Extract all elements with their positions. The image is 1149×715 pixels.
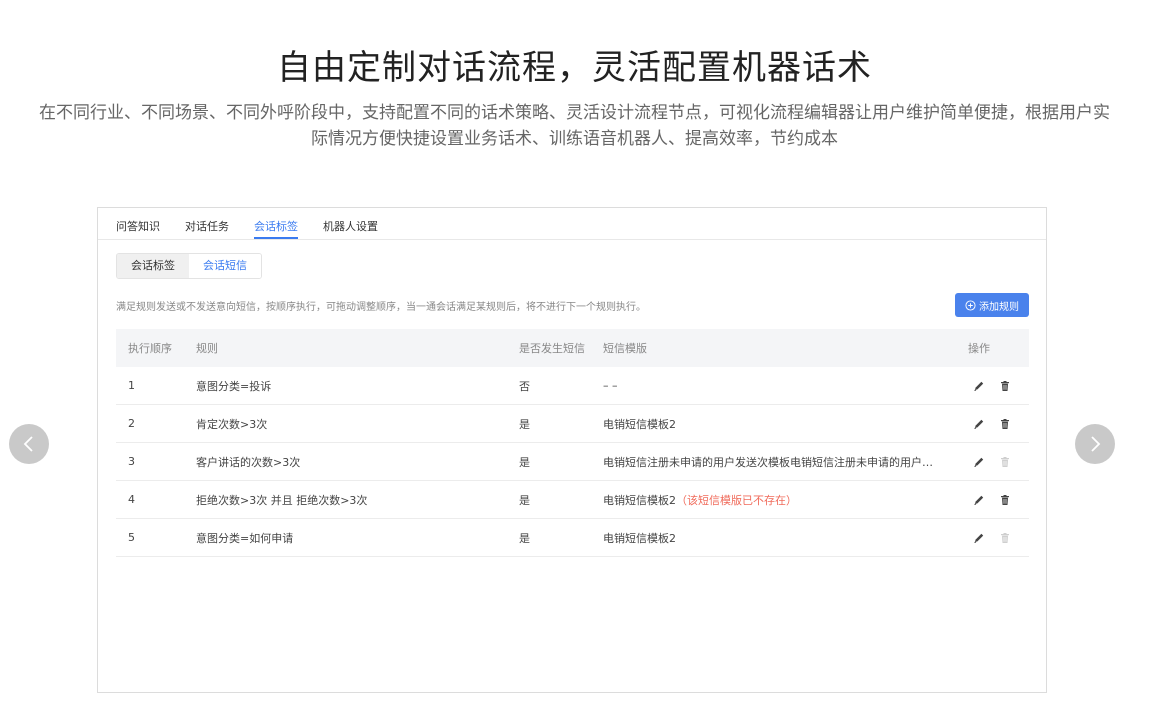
tab-dialog-tasks[interactable]: 对话任务	[185, 208, 229, 239]
cell-send-sms: 否	[519, 379, 530, 393]
template-name: 电销短信模板2	[603, 531, 676, 545]
trash-icon[interactable]	[999, 532, 1011, 544]
segment-session-sms[interactable]: 会话短信	[189, 254, 261, 278]
template-name: 电销短信模板2	[603, 493, 676, 507]
cell-actions	[946, 494, 1029, 506]
cell-send-sms: 是	[519, 531, 530, 545]
pencil-icon[interactable]	[973, 380, 985, 392]
cell-sms-template: 电销短信模板2	[603, 530, 946, 546]
cell-order: 1	[128, 379, 135, 392]
carousel-next-button[interactable]	[1075, 424, 1115, 464]
hero-subtitle-line-2: 际情况方便快捷设置业务话术、训练语音机器人、提高效率，节约成本	[311, 129, 838, 149]
rules-table: 执行顺序 规则 是否发生短信 短信模版 操作 1 意图分类=投诉 否 – – 2 肯定次数…	[116, 329, 1029, 557]
table-row: 3 客户讲话的次数>3次 是 电销短信注册未申请的用户发送次模板电销短信注册未申请的用…	[116, 443, 1029, 481]
cell-send-sms: 是	[519, 417, 530, 431]
cell-actions	[946, 532, 1029, 544]
add-rule-label: 添加规则	[979, 301, 1019, 313]
template-warning: （该短信模版已不存在）	[676, 493, 797, 507]
segment-session-tags[interactable]: 会话标签	[117, 254, 189, 278]
tab-robot-settings[interactable]: 机器人设置	[323, 208, 378, 239]
cell-rule: 肯定次数>3次	[196, 417, 268, 431]
cell-order: 4	[128, 493, 135, 506]
cell-rule: 意图分类=投诉	[196, 379, 272, 393]
plus-circle-icon	[965, 299, 979, 311]
cell-actions	[946, 456, 1029, 468]
table-row: 4 拒绝次数>3次 并且 拒绝次数>3次 是 电销短信模板2（该短信模版已不存在）	[116, 481, 1029, 519]
cell-rule: 客户讲话的次数>3次	[196, 455, 301, 469]
cell-rule: 拒绝次数>3次 并且 拒绝次数>3次	[196, 493, 368, 507]
cell-sms-template: 电销短信注册未申请的用户发送次模板电销短信注册未申请的用户发...	[603, 454, 946, 470]
trash-icon[interactable]	[999, 418, 1011, 430]
template-name: 电销短信注册未申请的用户发送次模板电销短信注册未申请的用户发...	[603, 455, 944, 469]
cell-send-sms: 是	[519, 493, 530, 507]
rule-description: 满足规则发送或不发送意向短信，按顺序执行，可拖动调整顺序，当一通会话满足某规则后…	[116, 302, 646, 313]
trash-icon[interactable]	[999, 380, 1011, 392]
header-sms-template: 短信模版	[603, 342, 647, 355]
main-tabs: 问答知识 对话任务 会话标签 机器人设置	[98, 208, 1046, 240]
screenshot-panel: 问答知识 对话任务 会话标签 机器人设置 会话标签 会话短信 满足规则发送或不发…	[97, 207, 1047, 693]
hero-subtitle: 在不同行业、不同场景、不同外呼阶段中，支持配置不同的话术策略、灵活设计流程节点，…	[0, 100, 1149, 152]
tab-session-tags[interactable]: 会话标签	[254, 208, 298, 239]
table-row: 5 意图分类=如何申请 是 电销短信模板2	[116, 519, 1029, 557]
chevron-left-icon	[21, 436, 37, 452]
cell-sms-template: 电销短信模板2	[603, 416, 946, 432]
tab-qa-knowledge[interactable]: 问答知识	[116, 208, 160, 239]
template-name: – –	[603, 379, 618, 392]
cell-actions	[946, 380, 1029, 392]
header-send-sms: 是否发生短信	[519, 342, 585, 355]
table-row: 1 意图分类=投诉 否 – –	[116, 367, 1029, 405]
add-rule-button[interactable]: 添加规则	[955, 293, 1029, 317]
trash-icon[interactable]	[999, 456, 1011, 468]
segment-switch: 会话标签 会话短信	[116, 253, 262, 279]
cell-order: 2	[128, 417, 135, 430]
carousel-prev-button[interactable]	[9, 424, 49, 464]
pencil-icon[interactable]	[973, 456, 985, 468]
chevron-right-icon	[1087, 436, 1103, 452]
pencil-icon[interactable]	[973, 494, 985, 506]
pencil-icon[interactable]	[973, 532, 985, 544]
header-rule: 规则	[196, 342, 218, 355]
cell-actions	[946, 418, 1029, 430]
table-body: 1 意图分类=投诉否 – –2 肯定次数>3次是电销短信模板2 3 客户讲话的次数>3次是…	[116, 367, 1029, 557]
table-row: 2 肯定次数>3次 是 电销短信模板2	[116, 405, 1029, 443]
header-actions: 操作	[968, 342, 990, 355]
header-order: 执行顺序	[128, 342, 172, 355]
template-name: 电销短信模板2	[603, 417, 676, 431]
cell-send-sms: 是	[519, 455, 530, 469]
cell-rule: 意图分类=如何申请	[196, 531, 294, 545]
hero-title: 自由定制对话流程，灵活配置机器话术	[277, 48, 872, 88]
trash-icon[interactable]	[999, 494, 1011, 506]
cell-sms-template: 电销短信模板2（该短信模版已不存在）	[603, 492, 946, 508]
cell-sms-template: – –	[603, 379, 946, 392]
pencil-icon[interactable]	[973, 418, 985, 430]
cell-order: 3	[128, 455, 135, 468]
hero-subtitle-line-1: 在不同行业、不同场景、不同外呼阶段中，支持配置不同的话术策略、灵活设计流程节点，…	[39, 103, 1110, 123]
table-header: 执行顺序 规则 是否发生短信 短信模版 操作	[116, 329, 1029, 367]
cell-order: 5	[128, 531, 135, 544]
